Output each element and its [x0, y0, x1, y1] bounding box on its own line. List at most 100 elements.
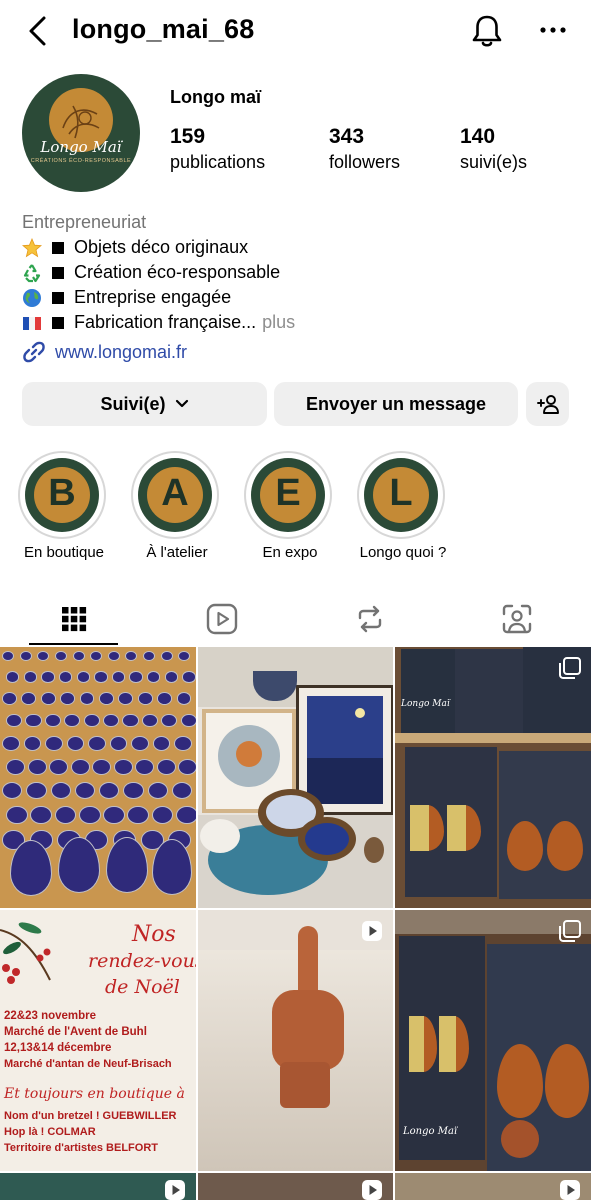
poster-title-line: de Noël [105, 976, 180, 998]
bullet-square-icon [52, 316, 64, 329]
following-button[interactable]: Suivi(e) [22, 382, 267, 426]
stat-followers[interactable]: 343 followers [329, 124, 400, 174]
highlight-label: À l'atelier [146, 544, 208, 561]
chevron-down-icon [175, 399, 188, 408]
send-message-button[interactable]: Envoyer un message [274, 382, 518, 426]
post-tile-pendants[interactable] [0, 647, 196, 908]
globe-emoji-icon [23, 288, 41, 307]
tab-reposts[interactable] [296, 595, 444, 643]
pendant-dot [147, 781, 168, 800]
bio-more-link[interactable]: plus [262, 310, 295, 335]
send-message-label: Envoyer un message [305, 393, 487, 414]
tab-reels[interactable] [148, 595, 296, 643]
pendant-dot [58, 671, 73, 683]
bullet-square-icon [52, 291, 64, 304]
pendant-dot [2, 781, 23, 800]
post-tile-earrings-display[interactable]: Longo Maï [395, 647, 591, 908]
pendant-dot [64, 713, 81, 728]
website-link[interactable]: www.longomai.fr [22, 340, 187, 364]
highlight-cover: B [25, 458, 99, 532]
pendant-dot [156, 758, 176, 775]
highlight-letter: E [275, 472, 301, 514]
profile-display-name: Longo maï [170, 87, 261, 107]
poster-subtitle: Et toujours en boutique à [4, 1086, 185, 1102]
more-options-icon[interactable] [538, 20, 568, 40]
pendant-dot [99, 781, 120, 800]
tab-posts-grid[interactable] [0, 595, 148, 643]
pendant-dot [26, 781, 47, 800]
pendant-dot [2, 735, 20, 751]
pendant-dot [178, 758, 196, 775]
reel-play-icon [560, 1180, 580, 1200]
poster-title-line: rendez-vous [88, 950, 196, 972]
bio-line: Entreprise engagée [22, 285, 572, 310]
pendant-dot [107, 651, 120, 662]
pendant-dot [54, 805, 77, 825]
stat-value: 140 [460, 125, 496, 148]
bell-icon[interactable] [470, 13, 504, 49]
tab-tagged[interactable] [443, 595, 591, 643]
pendant-dot [175, 805, 196, 825]
stat-label: publications [170, 152, 266, 172]
card-brand-text: Longo Maï [403, 1126, 458, 1137]
highlight-label: En boutique [23, 544, 105, 561]
post-tile-hand-sculpture[interactable] [198, 910, 393, 1171]
pendant-dot [92, 758, 112, 775]
pendant-dot [66, 735, 85, 751]
pendant-dot [23, 735, 42, 751]
pendant-dot [118, 692, 134, 705]
pendant-dot [99, 692, 114, 705]
pendant-dot [157, 692, 172, 705]
post-tile-christmas-poster[interactable]: Nos rendez-vous de Noël 22&23 novembre M… [0, 910, 196, 1171]
suggest-people-button[interactable] [526, 382, 569, 426]
pendant-dot [37, 651, 50, 662]
pendant-dot [127, 805, 150, 825]
highlight-letter: A [161, 472, 189, 514]
recycle-emoji-icon [23, 263, 41, 282]
bio-line-text: Entreprise engagée [74, 287, 232, 307]
pendant-dot [129, 671, 143, 683]
pendant-dot [103, 713, 120, 728]
pendant-dot [111, 671, 126, 683]
profile-avatar[interactable]: Longo Maï CRÉATIONS ÉCO-RESPONSABLE [22, 74, 140, 192]
carousel-icon [559, 657, 581, 679]
bullet-square-icon [52, 266, 64, 279]
card-brand-text: Longo Maï [401, 699, 450, 709]
pendant-dot [182, 671, 196, 683]
pendant-dot [25, 713, 42, 728]
post-tile-partial[interactable] [0, 1173, 196, 1200]
pendant-dot [103, 805, 125, 825]
highlight-cover: A [138, 458, 212, 532]
back-arrow-icon[interactable] [24, 14, 54, 48]
pendant-dot [72, 651, 85, 662]
stat-following[interactable]: 140 suivi(e)s [460, 124, 527, 174]
pendant-dot [70, 758, 90, 775]
top-bar: longo_mai_68 [0, 0, 591, 62]
post-tile-decor-objects[interactable] [198, 647, 393, 908]
reel-play-icon [165, 1180, 185, 1200]
pendant-dot [54, 651, 67, 662]
profile-username: longo_mai_68 [72, 14, 255, 44]
stat-publications[interactable]: 159 publications [170, 124, 265, 174]
sculpture-fist [272, 990, 344, 1070]
repost-icon [358, 605, 382, 633]
pendant-dot [152, 735, 171, 751]
poster-event-line: 12,13&14 décembre [4, 1042, 112, 1054]
pendant-dot [50, 781, 71, 800]
grid-icon [62, 607, 87, 632]
pendant-dot [79, 692, 95, 705]
bio-line: Objets déco originaux [22, 235, 572, 260]
sculpture-finger [298, 926, 318, 998]
pendant-dot [143, 651, 156, 662]
pendant-dot [6, 758, 25, 775]
post-tile-partial[interactable] [395, 1173, 591, 1200]
tagged-person-icon [502, 604, 532, 634]
carousel-icon [559, 920, 581, 942]
bullet-square-icon [52, 241, 64, 254]
add-person-icon [536, 395, 559, 414]
highlight-ring: E [244, 451, 332, 539]
french-flag-emoji-icon [23, 316, 41, 330]
bio-line-text: Objets déco originaux [74, 237, 249, 257]
post-tile-earrings-closeup[interactable]: Longo Maï [395, 910, 591, 1171]
post-tile-partial[interactable] [198, 1173, 393, 1200]
